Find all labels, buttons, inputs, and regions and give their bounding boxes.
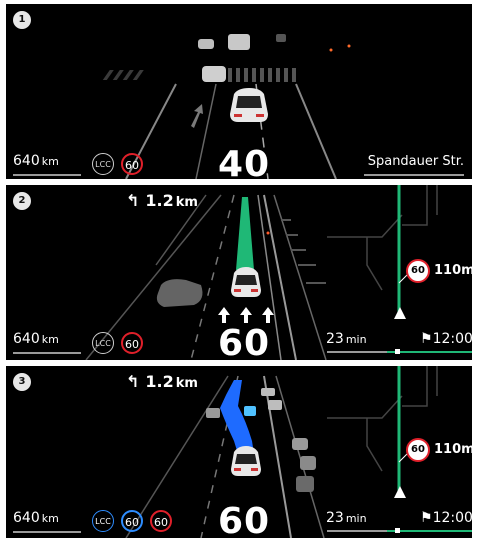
odometer-underline <box>13 531 81 533</box>
turn-instruction: ↰ 1.2 km <box>126 191 198 210</box>
panel-3: 60 110m 3 ↰ 1.2 km 640 km LCC 60 60 60 23 mi… <box>6 366 472 538</box>
panel-2: 60 110m 2 ↰ 1.2 km 640 km LCC 60 60 23 min ⚑… <box>6 185 472 360</box>
ego-car <box>231 267 261 297</box>
speed-limit-chip: 60 <box>121 153 143 175</box>
ego-car <box>231 446 261 476</box>
adjacent-car <box>156 279 203 307</box>
arrival-time: ⚑12:00 <box>420 510 472 526</box>
panel-index-badge: 1 <box>13 11 31 29</box>
arrival-time: ⚑12:00 <box>420 331 472 347</box>
current-speed: 60 <box>218 323 271 360</box>
flag-icon: ⚑ <box>420 510 433 526</box>
panel-index-badge: 2 <box>13 192 31 210</box>
distant-car <box>276 34 286 42</box>
turn-instruction: ↰ 1.2 km <box>126 372 198 391</box>
position-arrow-icon <box>394 307 406 319</box>
distant-car <box>206 408 220 418</box>
map-distance-label: 110m <box>434 442 472 457</box>
odometer-underline <box>13 174 81 176</box>
target-car <box>244 406 256 416</box>
street-underline <box>364 174 464 176</box>
eta: 23 min <box>326 510 367 526</box>
lcc-chip: LCC <box>92 332 114 354</box>
odometer: 640 km <box>13 153 59 169</box>
current-speed: 60 <box>218 501 271 538</box>
odometer: 640 km <box>13 510 59 526</box>
adjacent-car <box>296 476 314 492</box>
adjacent-car <box>292 438 308 450</box>
distant-car <box>268 400 282 410</box>
odometer-underline <box>13 352 81 354</box>
speed-limit-chip: 60 <box>121 332 143 354</box>
street-name: Spandauer Str. <box>367 154 464 169</box>
set-speed-chip: 60 <box>121 510 143 532</box>
ego-car <box>230 88 268 122</box>
panel-index-badge: 3 <box>13 373 31 391</box>
eta: 23 min <box>326 331 367 347</box>
turn-left-icon: ↰ <box>126 372 140 391</box>
map-distance-label: 110m <box>434 263 472 278</box>
distant-car <box>198 39 214 49</box>
car-ahead <box>202 66 226 82</box>
current-speed: 40 <box>218 144 271 179</box>
odometer: 640 km <box>13 331 59 347</box>
speed-limit-chip: 60 <box>150 510 172 532</box>
map-speed-limit-sign: 60 <box>406 438 430 462</box>
distant-truck <box>228 34 250 50</box>
flag-icon: ⚑ <box>420 331 433 347</box>
position-arrow-icon <box>394 486 406 498</box>
distant-car <box>261 388 275 396</box>
map-speed-limit-sign: 60 <box>406 259 430 283</box>
panel-1: 1 640 km LCC 60 40 Spandauer Str. <box>6 4 472 179</box>
adjacent-car <box>300 456 316 470</box>
lcc-chip: LCC <box>92 510 114 532</box>
turn-left-icon: ↰ <box>126 191 140 210</box>
crosswalk <box>228 68 296 82</box>
lcc-chip: LCC <box>92 153 114 175</box>
